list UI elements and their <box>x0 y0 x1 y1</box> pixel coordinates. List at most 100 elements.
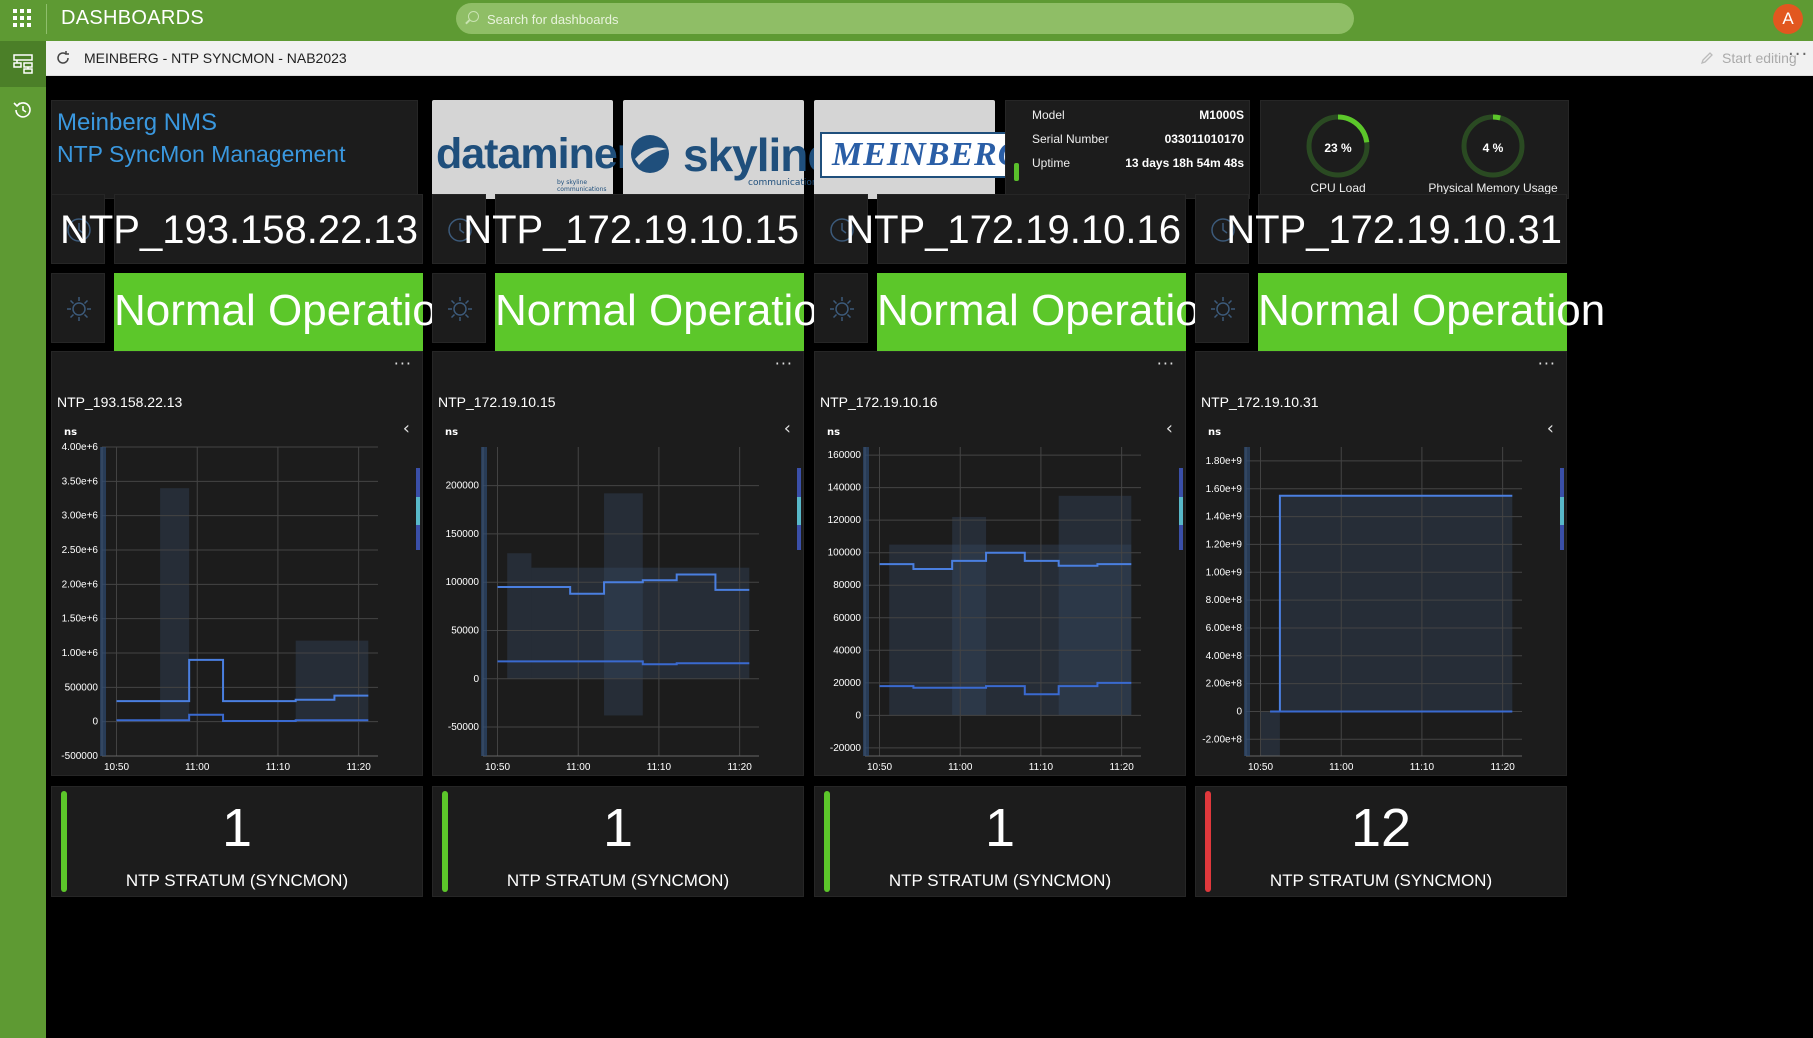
gauges-panel: 23 % CPU Load 4 % Physical Memory Usage <box>1260 100 1569 199</box>
sync-icon-cell <box>814 273 868 343</box>
chart-band-2 <box>889 544 1132 716</box>
y-tick-label: 2.00e+8 <box>1206 679 1243 690</box>
y-tick-label: 1.00e+9 <box>1206 567 1243 578</box>
memory-usage-label: Physical Memory Usage <box>1428 181 1558 195</box>
uptime-label: Uptime <box>1032 156 1071 170</box>
ntp-node-name: NTP_172.19.10.15 <box>463 208 799 252</box>
range-selector[interactable] <box>863 447 869 756</box>
ntp-status-badge: Normal Operation <box>877 273 1224 351</box>
ntp-name-panel: NTP_172.19.10.15 <box>463 194 804 264</box>
x-tick-label: 11:20 <box>346 762 371 773</box>
brand-subtitle: NTP SyncMon Management <box>57 141 346 167</box>
range-selector[interactable] <box>100 447 106 756</box>
legend-scroll-thumb[interactable] <box>797 497 801 525</box>
ntp-name-panel: NTP_172.19.10.31 <box>1226 194 1567 264</box>
y-tick-label: 0 <box>473 674 479 685</box>
y-tick-label: 1.20e+9 <box>1206 539 1243 550</box>
brand-title: Meinberg NMS <box>57 109 218 136</box>
cpu-load-label: CPU Load <box>1310 181 1366 195</box>
chart-band-1 <box>1260 711 1280 756</box>
search-icon <box>468 11 479 22</box>
start-editing-button[interactable]: Start editing <box>1700 50 1797 66</box>
history-icon <box>13 102 31 118</box>
dataminer-logo-sub: by skyline communications <box>557 179 607 193</box>
y-tick-label: 40000 <box>833 645 861 656</box>
ntp-node-name: NTP_193.158.22.13 <box>59 208 418 252</box>
x-tick-label: 11:20 <box>727 762 752 773</box>
apps-grid-icon[interactable] <box>13 9 31 27</box>
legend-scroll-thumb[interactable] <box>416 497 420 525</box>
y-tick-label: 2.00e+6 <box>62 579 99 590</box>
y-tick-label: 1.50e+6 <box>62 614 99 625</box>
x-tick-label: 10:50 <box>1248 762 1273 773</box>
y-tick-label: 6.00e+8 <box>1206 623 1243 634</box>
legend-scroll-thumb[interactable] <box>1179 497 1183 525</box>
y-tick-label: 80000 <box>833 580 861 591</box>
chart-band-0 <box>1279 495 1513 712</box>
brand-panel: Meinberg NMS NTP SyncMon Management <box>51 100 418 199</box>
model-value: M1000S <box>1199 108 1244 122</box>
start-editing-label: Start editing <box>1722 50 1797 66</box>
chart-band-0 <box>507 553 532 679</box>
y-tick-label: -20000 <box>830 743 862 754</box>
chart-plot-area: 10:50 11:00 11:10 11:20 -500000 0 500000 1.00e+… <box>61 442 378 773</box>
stratum-kpi-panel: 1 NTP STRATUM (SYNCMON) <box>51 786 423 897</box>
y-tick-label: 500000 <box>65 682 99 693</box>
y-tick-label: 8.00e+8 <box>1206 595 1243 606</box>
chart-svg: 10:50 11:00 11:10 11:20 -2.00e+8 0 2.00e+8 4.00… <box>1202 447 1564 773</box>
top-bar: DASHBOARDS A <box>0 0 1813 41</box>
topbar-divider <box>46 4 47 34</box>
stratum-value: 1 <box>984 798 1016 858</box>
ntp-offset-chart-panel: ··· NTP_172.19.10.31 ‹ ns 10:50 11:00 11:10 11:… <box>1195 351 1567 776</box>
search-input[interactable] <box>487 10 1087 28</box>
range-selector[interactable] <box>1244 447 1250 756</box>
y-tick-label: 50000 <box>451 625 479 636</box>
search-box[interactable] <box>456 3 1354 34</box>
legend-scroll-thumb[interactable] <box>1560 497 1564 525</box>
meinberg-logo: MEINBERG <box>814 100 1022 199</box>
ntp-offset-chart-panel: ··· NTP_172.19.10.15 ‹ ns 10:50 11:00 11:10 11:… <box>432 351 804 776</box>
stratum-kpi-panel: 1 NTP STRATUM (SYNCMON) <box>814 786 1186 897</box>
device-info-panel: Model M1000S Serial Number 033011010170 … <box>1005 100 1250 199</box>
model-label: Model <box>1032 108 1065 122</box>
y-tick-label: 1.80e+9 <box>1206 456 1243 467</box>
memory-usage-value: 4 % <box>1482 141 1504 155</box>
user-avatar[interactable]: A <box>1773 4 1803 34</box>
sync-icon-cell <box>1195 273 1249 343</box>
dashboard-header: MEINBERG - NTP SYNCMON - NAB2023 Start e… <box>46 41 1813 76</box>
range-selector[interactable] <box>481 447 487 756</box>
chart-plot-area: 10:50 11:00 11:10 11:20 -20000 0 20000 40000 600… <box>828 447 1141 773</box>
y-tick-label: 4.00e+6 <box>62 442 99 453</box>
chart-svg: 10:50 11:00 11:10 11:20 -50000 0 50000 100000 15… <box>446 447 801 773</box>
y-tick-label: 1.40e+9 <box>1206 512 1243 523</box>
y-tick-label: 120000 <box>828 515 862 526</box>
ntp-name-panel: NTP_172.19.10.16 <box>845 194 1186 264</box>
uptime-value: 13 days 18h 54m 48s <box>1125 156 1244 170</box>
sync-status-icon <box>830 297 854 321</box>
y-tick-label: 1.60e+9 <box>1206 484 1243 495</box>
stratum-label: NTP STRATUM (SYNCMON) <box>125 871 349 890</box>
refresh-icon[interactable] <box>54 49 72 67</box>
sidebar-dashboards-button[interactable] <box>0 41 46 87</box>
x-tick-label: 10:50 <box>485 762 510 773</box>
x-tick-label: 11:10 <box>647 762 672 773</box>
dashboard-tree-icon <box>13 54 33 74</box>
y-tick-label: 100000 <box>446 577 480 588</box>
gauge-fill <box>1492 114 1501 121</box>
left-sidebar <box>0 41 46 1038</box>
dataminer-logo: dataminer by skyline communications <box>432 100 634 199</box>
ntp-status-badge: Normal Operation <box>1258 273 1605 351</box>
ntp-node-name: NTP_172.19.10.31 <box>1226 208 1562 252</box>
x-tick-label: 11:20 <box>1490 762 1515 773</box>
sidebar-history-button[interactable] <box>0 87 46 133</box>
sync-status-icon <box>448 297 472 321</box>
y-tick-label: 0 <box>92 717 98 728</box>
dashboard-title: MEINBERG - NTP SYNCMON - NAB2023 <box>84 50 347 66</box>
chart-band-0 <box>160 488 190 722</box>
y-tick-label: 0 <box>1236 706 1242 717</box>
chart-svg: 10:50 11:00 11:10 11:20 -20000 0 20000 40000 600… <box>828 447 1183 773</box>
stratum-label: NTP STRATUM (SYNCMON) <box>888 871 1112 890</box>
gauge-fill <box>1337 114 1370 143</box>
more-options-icon[interactable]: ··· <box>1788 44 1808 65</box>
skyline-logo-sub: communications <box>748 178 823 188</box>
